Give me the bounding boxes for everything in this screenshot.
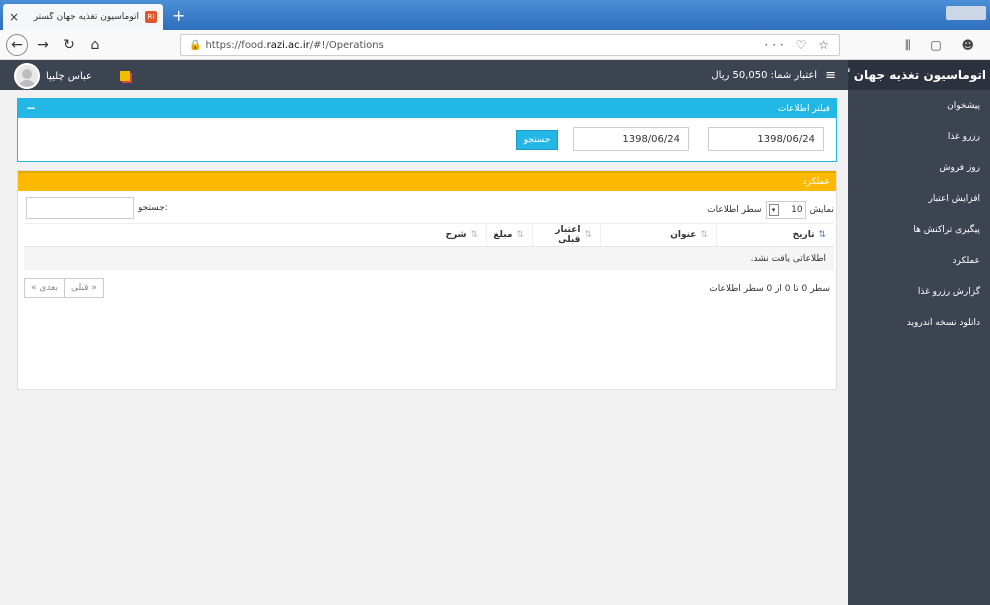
column-amount[interactable]: ⇅ مبلغ xyxy=(486,224,532,246)
page-size-select[interactable]: ▾ 10 xyxy=(765,201,806,219)
sidebar-item-daily-sale[interactable]: روز فروش xyxy=(848,152,990,183)
table-search-input[interactable] xyxy=(26,197,134,219)
column-title[interactable]: ⇅ عنوان xyxy=(600,224,716,246)
column-description[interactable]: ⇅ شرح xyxy=(24,224,486,246)
url-text: https://food.razi.ac.ir/#!/Operations xyxy=(205,39,384,51)
sidebar: پیشخوان رزرو غذا روز فروش افزایش اعتبار … xyxy=(848,90,990,605)
sidebar-item-android-download[interactable]: دانلود نسخه اندروید xyxy=(848,307,990,338)
table-search-label: جستجو: xyxy=(138,203,168,213)
next-button[interactable]: بعدی » xyxy=(25,279,65,297)
date-from-input[interactable]: 1398/06/24 xyxy=(708,127,824,151)
toolbar-icons[interactable]: ⫼ ▢ ☻ xyxy=(905,38,982,53)
sidebar-item-reserve-food[interactable]: رزرو غذا xyxy=(848,121,990,152)
user-menu[interactable]: عباس چلیپا xyxy=(14,63,130,89)
chevron-down-icon: ▾ xyxy=(768,204,779,216)
search-button[interactable]: جستجو xyxy=(516,130,558,150)
pagination: « قبلی بعدی » xyxy=(24,278,104,298)
menu-icon[interactable]: ≡ xyxy=(825,68,836,83)
credit-text: اعتبار شما: 50,050 ریال xyxy=(711,70,818,81)
sort-icon: ⇅ xyxy=(470,230,478,240)
lock-icon: 🔒 xyxy=(189,39,202,51)
filter-panel-header: فیلتر اطلاعات − xyxy=(18,99,836,118)
url-actions-icon[interactable]: ··· ♡ ☆ xyxy=(764,38,833,52)
performance-panel-header: عملکرد xyxy=(18,171,836,191)
collapse-icon[interactable]: − xyxy=(26,101,36,115)
forward-icon[interactable]: → xyxy=(32,34,54,56)
home-icon[interactable]: ⌂ xyxy=(84,34,106,56)
rows-label: سطر اطلاعات xyxy=(707,205,762,215)
table-header: ⇅ تاریخ ⇅ عنوان ⇅ اعتبار قبلی ⇅ مبلغ ⇅ شرح xyxy=(24,223,834,247)
back-icon[interactable]: ← xyxy=(6,33,28,56)
page-size-control: نمایش ▾ 10 سطر اطلاعات xyxy=(707,201,834,219)
new-tab-icon[interactable]: + xyxy=(172,6,185,25)
column-prev-credit[interactable]: ⇅ اعتبار قبلی xyxy=(532,224,600,246)
sidebar-item-performance[interactable]: عملکرد xyxy=(848,245,990,276)
sort-icon: ⇅ xyxy=(584,230,592,240)
tab-title: اتوماسیون تغذیه جهان گستر xyxy=(33,12,139,22)
main-content: فیلتر اطلاعات − 1398/06/24 1398/06/24 جس… xyxy=(0,90,848,605)
table-info: سطر 0 تا 0 از 0 سطر اطلاعات xyxy=(709,284,830,294)
reload-icon[interactable]: ↻ xyxy=(58,34,80,56)
avatar[interactable] xyxy=(14,63,40,89)
show-label: نمایش xyxy=(809,205,834,215)
url-bar[interactable]: ⓘ 🔒 https://food.razi.ac.ir/#!/Operation… xyxy=(180,34,840,161)
sort-icon: ⇅ xyxy=(818,230,826,240)
empty-row: اطلاعاتی یافت نشد. xyxy=(24,247,834,271)
browser-tab[interactable]: RI اتوماسیون تغذیه جهان گستر × xyxy=(3,4,163,30)
sidebar-item-dashboard[interactable]: پیشخوان xyxy=(848,90,990,121)
app-header: عباس چلیپا ≡ اعتبار شما: 50,050 ریال xyxy=(0,60,848,90)
app-brand[interactable]: اتوماسیون تغذیه جهان گستر xyxy=(848,60,990,90)
sidebar-item-reservation-report[interactable]: گزارش رزرو غذا xyxy=(848,276,990,307)
column-date[interactable]: ⇅ تاریخ xyxy=(716,224,834,246)
filter-panel-title: فیلتر اطلاعات xyxy=(777,103,830,114)
filter-panel: فیلتر اطلاعات − 1398/06/24 1398/06/24 جس… xyxy=(17,98,837,162)
sidebar-item-increase-credit[interactable]: افزایش اعتبار xyxy=(848,183,990,214)
user-name[interactable]: عباس چلیپا xyxy=(46,71,92,82)
sort-icon: ⇅ xyxy=(516,230,524,240)
credit-display: ≡ اعتبار شما: 50,050 ریال xyxy=(711,68,836,83)
page-size-value: 10 xyxy=(791,205,803,215)
date-to-input[interactable]: 1398/06/24 xyxy=(573,127,689,151)
notification-icon[interactable] xyxy=(120,71,130,81)
table-search: جستجو: xyxy=(26,197,168,219)
favicon-icon: RI xyxy=(145,11,157,23)
tab-close-icon[interactable]: × xyxy=(9,10,19,24)
sort-icon: ⇅ xyxy=(700,230,708,240)
window-controls[interactable] xyxy=(946,6,986,20)
performance-table: ⇅ تاریخ ⇅ عنوان ⇅ اعتبار قبلی ⇅ مبلغ ⇅ شرح اط… xyxy=(24,223,834,271)
browser-tabbar: RI اتوماسیون تغذیه جهان گستر × + xyxy=(0,0,990,30)
performance-panel: عملکرد نمایش ▾ 10 سطر اطلاعات جستجو: ⇅ تا… xyxy=(17,170,837,390)
prev-button[interactable]: « قبلی xyxy=(65,279,103,297)
browser-navbar: ← → ↻ ⌂ ⓘ 🔒 https://food.razi.ac.ir/#!/O… xyxy=(0,30,990,161)
sidebar-item-track-transactions[interactable]: پیگیری تراکنش ها xyxy=(848,214,990,245)
